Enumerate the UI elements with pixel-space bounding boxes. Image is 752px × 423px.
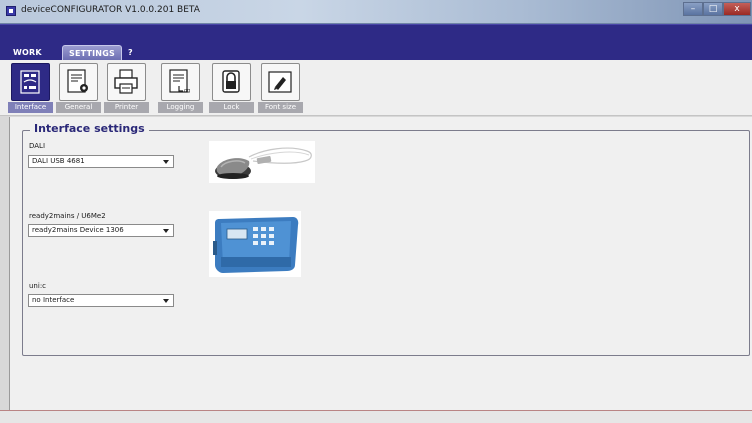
unic-selected-value: no Interface bbox=[32, 296, 75, 304]
dali-label: DALI bbox=[29, 142, 46, 150]
font-size-icon bbox=[268, 71, 292, 93]
toolbar-general-button[interactable]: General bbox=[56, 62, 101, 113]
interface-settings-title: Interface settings bbox=[30, 122, 149, 135]
toolbar-font-size-label: Font size bbox=[258, 102, 303, 113]
general-settings-icon bbox=[67, 69, 88, 93]
toolbar-general-label: General bbox=[56, 102, 101, 113]
unic-label: uni:c bbox=[29, 282, 47, 290]
toolbar-printer-label: Printer bbox=[104, 102, 149, 113]
logging-icon: og bbox=[169, 69, 190, 94]
toolbar-printer-button[interactable]: Printer bbox=[104, 62, 149, 113]
svg-text:og: og bbox=[184, 88, 190, 94]
toolbar-interface-button[interactable]: Interface bbox=[8, 62, 53, 113]
tab-settings[interactable]: SETTINGS bbox=[62, 45, 122, 60]
ready2mains-selected-value: ready2mains Device 1306 bbox=[32, 226, 124, 234]
unic-interface-select[interactable]: no Interface bbox=[28, 294, 174, 307]
status-bar bbox=[0, 410, 752, 423]
lock-icon bbox=[222, 70, 240, 93]
toolbar-logging-label: Logging bbox=[158, 102, 203, 113]
toolbar-lock-button[interactable]: Lock bbox=[209, 62, 254, 113]
toolbar-interface-label: Interface bbox=[8, 102, 53, 113]
window-titlebar[interactable]: deviceCONFIGURATOR V1.0.0.201 BETA – □ x bbox=[0, 0, 752, 24]
dropdown-arrow-icon[interactable] bbox=[163, 160, 169, 164]
dali-interface-select[interactable]: DALI USB 4681 bbox=[28, 155, 174, 168]
interface-icon bbox=[20, 70, 40, 94]
toolbar-logging-button[interactable]: og Logging bbox=[158, 62, 203, 113]
ready2mains-device-image bbox=[209, 211, 301, 277]
tab-help[interactable]: ? bbox=[122, 45, 139, 60]
close-button[interactable]: x bbox=[723, 2, 751, 16]
minimize-button[interactable]: – bbox=[683, 2, 703, 16]
ready2mains-label: ready2mains / U6Me2 bbox=[29, 212, 106, 220]
dropdown-arrow-icon[interactable] bbox=[163, 299, 169, 303]
main-panel: Interface settings DALI DALI USB 4681 re… bbox=[9, 117, 752, 410]
window-title: deviceCONFIGURATOR V1.0.0.201 BETA bbox=[21, 5, 200, 15]
tab-work[interactable]: WORK bbox=[7, 45, 48, 60]
dali-selected-value: DALI USB 4681 bbox=[32, 157, 85, 165]
printer-icon bbox=[114, 69, 138, 94]
toolbar-font-size-button[interactable]: Font size bbox=[258, 62, 303, 113]
settings-toolbar: Interface General Printer og Logging Loc… bbox=[0, 60, 752, 116]
menu-bar: WORK SETTINGS ? bbox=[0, 24, 752, 60]
toolbar-lock-label: Lock bbox=[209, 102, 254, 113]
ready2mains-interface-select[interactable]: ready2mains Device 1306 bbox=[28, 224, 174, 237]
maximize-button[interactable]: □ bbox=[703, 2, 723, 16]
dali-usb-device-image bbox=[209, 141, 315, 183]
dropdown-arrow-icon[interactable] bbox=[163, 229, 169, 233]
app-icon bbox=[6, 6, 16, 16]
